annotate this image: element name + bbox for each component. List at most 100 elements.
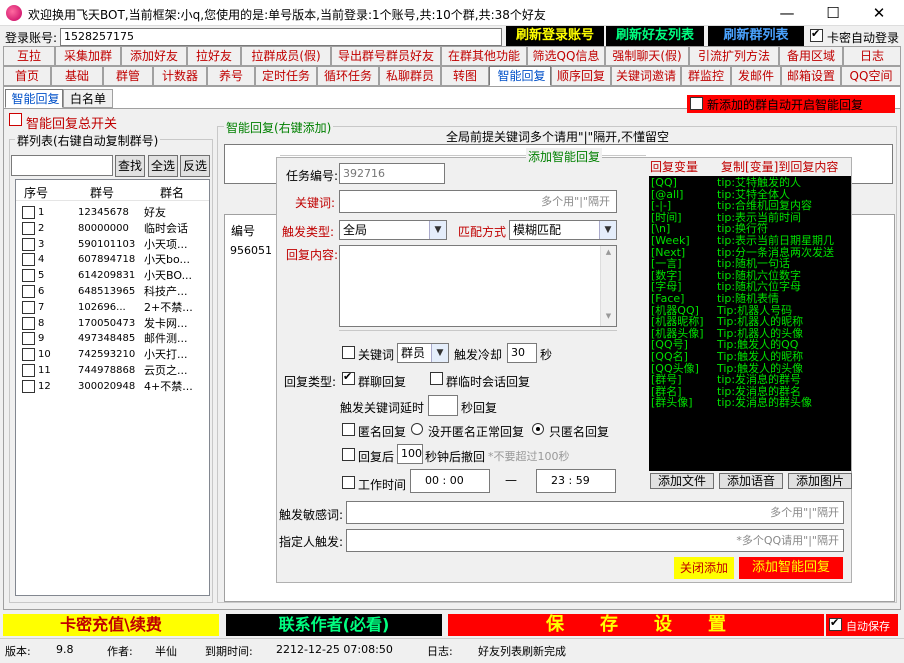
auto-login-checkbox[interactable] (810, 27, 823, 45)
tab-row2[interactable]: 首页 (3, 66, 51, 86)
tab-row1[interactable]: 拉群成员(假) (241, 46, 331, 66)
scrollbar[interactable]: ▲ ▼ (600, 246, 616, 326)
worktime-end[interactable]: 23 : 59 (536, 469, 616, 493)
tab-row2-selected[interactable]: 智能回复 (489, 66, 551, 86)
group-row[interactable]: 6 648513965 科技产... (16, 284, 209, 300)
group-row[interactable]: 4 607894718 小天bo... (16, 252, 209, 268)
add-reply-button[interactable]: 添加智能回复 (739, 557, 843, 579)
group-row[interactable]: 2 80000000 临时会话 (16, 221, 209, 237)
worktime-checkbox[interactable] (342, 476, 355, 492)
keyword-input[interactable]: 多个用"|"隔开 (339, 190, 617, 213)
row-checkbox[interactable] (22, 253, 35, 267)
reply-list-row[interactable]: 956051 (230, 244, 272, 257)
tab-row2[interactable]: 基础 (51, 66, 103, 86)
row-checkbox[interactable] (22, 332, 35, 346)
refresh-groups-button[interactable]: 刷新群列表 (708, 26, 804, 47)
row-checkbox[interactable] (22, 269, 35, 283)
tab-row2[interactable]: 关键词邀请 (611, 66, 681, 86)
close-button[interactable]: ✕ (856, 0, 902, 26)
maximize-button[interactable]: ☐ (810, 0, 856, 26)
invert-button[interactable]: 反选 (180, 155, 210, 177)
tab-row2[interactable]: 群管 (103, 66, 153, 86)
group-row[interactable]: 3 590101103 小天项... (16, 237, 209, 253)
var-item[interactable]: [群头像] tip:发消息的群头像 (651, 397, 849, 409)
temp-reply-checkbox[interactable] (430, 372, 443, 388)
add-image-button[interactable]: 添加图片 (788, 473, 852, 489)
sensitive-input[interactable]: 多个用"|"隔开 (346, 501, 844, 524)
tab-row1[interactable]: 拉好友 (187, 46, 241, 66)
new-group-auto-box[interactable]: 新添加的群自动开启智能回复 (687, 95, 895, 113)
tab-row2[interactable]: 私聊群员 (379, 66, 441, 86)
tab-row2[interactable]: 养号 (207, 66, 255, 86)
save-settings-button[interactable]: 保 存 设 置 (448, 614, 824, 636)
row-checkbox[interactable] (22, 285, 35, 298)
recall-input[interactable]: 100 (397, 444, 423, 464)
keyword-checkbox[interactable] (342, 346, 355, 362)
tab-row1[interactable]: 引流扩列方法 (689, 46, 779, 66)
group-row[interactable]: 7 102696... 2+不禁... (16, 300, 209, 316)
delay-input[interactable] (428, 395, 458, 416)
subtab-smart-reply[interactable]: 智能回复 (5, 89, 63, 108)
minimize-button[interactable]: — (764, 0, 810, 26)
tab-row1[interactable]: 日志 (843, 46, 901, 66)
group-row[interactable]: 12 300020948 4+不禁... (16, 379, 209, 395)
tab-row1[interactable]: 筛选QQ信息 (527, 46, 605, 66)
group-row[interactable]: 5 614209831 小天BO... (16, 268, 209, 284)
tab-row2[interactable]: 顺序回复 (551, 66, 611, 86)
row-checkbox[interactable] (22, 237, 35, 251)
tab-row1[interactable]: 在群其他功能 (441, 46, 527, 66)
row-checkbox[interactable] (22, 206, 35, 219)
recharge-button[interactable]: 卡密充值\续费 (3, 614, 219, 636)
contact-author-button[interactable]: 联系作者(必看) (226, 614, 442, 636)
tab-row1[interactable]: 备用区域 (779, 46, 843, 66)
tab-row2[interactable]: 发邮件 (731, 66, 781, 86)
login-account-select[interactable]: 1528257175 (60, 28, 502, 46)
group-row[interactable]: 8 170050473 发卡网... (16, 316, 209, 332)
worktime-start[interactable]: 00 : 00 (410, 469, 490, 493)
select-all-button[interactable]: 全选 (148, 155, 178, 177)
recall-checkbox[interactable] (342, 448, 355, 464)
anon-reply-checkbox[interactable] (342, 423, 355, 439)
var-item[interactable]: [Face] tip:随机表情 (651, 293, 849, 305)
anon-option-normal-radio[interactable] (411, 423, 423, 438)
task-id-field[interactable]: 392716 (339, 163, 445, 184)
tab-row2[interactable]: 邮箱设置 (781, 66, 841, 86)
group-reply-checkbox[interactable] (342, 370, 355, 388)
var-item[interactable]: [Week] tip:表示当前日期星期几 (651, 235, 849, 247)
tab-row1[interactable]: 互拉 (3, 46, 55, 66)
add-voice-button[interactable]: 添加语音 (719, 473, 783, 489)
search-button[interactable]: 查找 (115, 155, 145, 177)
subtab-whitelist[interactable]: 白名单 (63, 89, 113, 108)
add-file-button[interactable]: 添加文件 (650, 473, 714, 489)
refresh-login-button[interactable]: 刷新登录账号 (506, 26, 604, 47)
cooldown-input[interactable]: 30 (507, 343, 537, 363)
group-row[interactable]: 10 742593210 小天打... (16, 347, 209, 363)
close-dialog-button[interactable]: 关闭添加 (674, 557, 734, 579)
master-switch-checkbox[interactable] (9, 113, 22, 129)
var-item[interactable]: [QQ] tip:艾特触发的人 (651, 177, 849, 189)
tab-row1[interactable]: 强制聊天(假) (605, 46, 689, 66)
trigger-type-select[interactable]: 全局 ▼ (339, 220, 447, 240)
tab-row2[interactable]: 转图 (441, 66, 489, 86)
specific-input[interactable]: *多个QQ请用"|"隔开 (346, 529, 844, 552)
var-item[interactable]: [QQ名] Tip:触发人的昵称 (651, 351, 849, 363)
match-mode-select[interactable]: 模糊匹配 ▼ (509, 220, 617, 240)
group-row[interactable]: 9 497348485 邮件测... (16, 331, 209, 347)
reply-content-textarea[interactable]: ▲ ▼ (339, 245, 617, 327)
group-search-input[interactable] (11, 155, 113, 176)
group-row[interactable]: 11 744978868 云页之... (16, 363, 209, 379)
tab-row2[interactable]: 定时任务 (255, 66, 317, 86)
row-checkbox[interactable] (22, 300, 35, 314)
tab-row2[interactable]: 计数器 (153, 66, 207, 86)
tab-row1[interactable]: 采集加群 (55, 46, 121, 66)
tab-row2[interactable]: QQ空间 (841, 66, 901, 86)
autosave-box[interactable]: 自动保存 (826, 614, 898, 636)
anon-option-only-radio[interactable] (532, 423, 544, 438)
tab-row1[interactable]: 导出群号群员好友 (331, 46, 441, 66)
tab-row2[interactable]: 群监控 (681, 66, 731, 86)
row-checkbox[interactable] (22, 379, 35, 393)
refresh-friends-button[interactable]: 刷新好友列表 (606, 26, 704, 47)
row-checkbox[interactable] (22, 348, 35, 362)
group-row[interactable]: 1 12345678 好友 (16, 205, 209, 221)
tab-row1[interactable]: 添加好友 (121, 46, 187, 66)
